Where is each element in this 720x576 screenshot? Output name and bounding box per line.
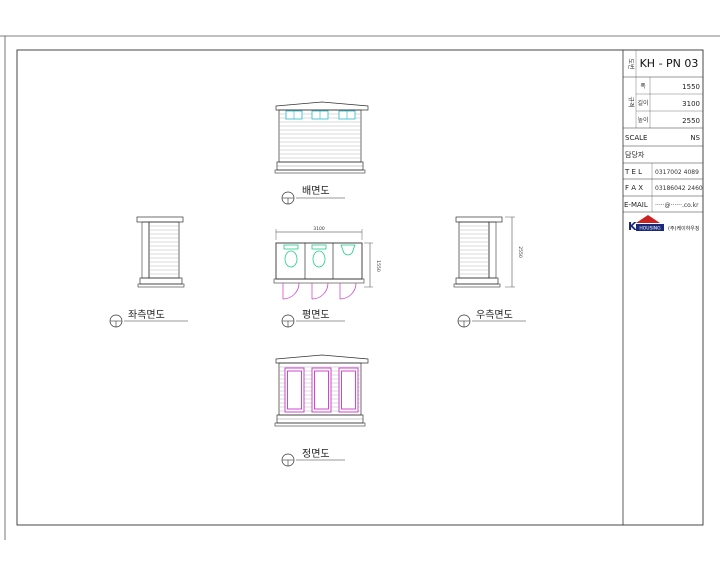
svg-text:K: K <box>628 220 637 233</box>
rear-view-title: 배면도 <box>302 185 330 197</box>
floor-plan: 3100 1550 <box>273 226 381 300</box>
svg-text:HOUSING: HOUSING <box>639 226 661 232</box>
spec-height-label: 높이 <box>637 116 648 124</box>
drawing-sheet: 도번 KH - PN 03 규격 폭 1550 길이 3100 높이 2550 … <box>0 35 720 540</box>
drawing-number: KH - PN 03 <box>640 57 699 70</box>
drawing-frame <box>16 49 704 526</box>
right-view-title: 우측면도 <box>476 309 513 321</box>
rear-window-3 <box>338 110 356 120</box>
spec-length-value: 3100 <box>682 100 700 108</box>
plan-depth-dimension: 1550 <box>375 260 381 272</box>
rear-window-2 <box>311 110 329 120</box>
company-name: (주)케이하우징 <box>668 225 700 232</box>
rear-view-label: 배면도 <box>281 185 345 205</box>
spec-width-value: 1550 <box>682 83 700 91</box>
toilet-2 <box>311 244 327 268</box>
left-side-elevation <box>136 216 185 288</box>
plan-view-label: 평면도 <box>281 309 345 328</box>
drawing-no-label: 도번 <box>627 58 635 69</box>
spec-height-value: 2550 <box>682 117 700 125</box>
fax-label: F A X <box>625 184 643 192</box>
right-view-label: 우측면도 <box>457 309 526 328</box>
urinal <box>340 244 356 256</box>
front-elevation <box>274 354 369 427</box>
front-view-label: 정면도 <box>281 448 345 467</box>
plan-doors <box>282 282 357 300</box>
fax-value: 03186042 2460 <box>655 185 703 192</box>
rear-window-1 <box>285 110 303 120</box>
plan-view-title: 평면도 <box>302 309 330 321</box>
plan-width-dimension: 3100 <box>313 226 325 232</box>
tel-label: T E L <box>624 168 642 176</box>
left-view-title: 좌측면도 <box>128 309 165 321</box>
email-label: E-MAIL <box>624 201 648 209</box>
rear-elevation <box>274 101 369 174</box>
manager-label: 담당자 <box>625 150 645 159</box>
title-block: 도번 KH - PN 03 규격 폭 1550 길이 3100 높이 2550 … <box>622 50 703 525</box>
right-height-dimension: 2550 <box>517 246 523 258</box>
spec-group-label: 규격 <box>627 96 634 107</box>
toilet-1 <box>283 244 299 268</box>
front-view-title: 정면도 <box>302 448 330 460</box>
scale-label: SCALE <box>625 134 647 142</box>
left-view-label: 좌측면도 <box>109 309 188 328</box>
tel-value: 0317002 4089 <box>655 169 699 176</box>
scale-value: NS <box>690 134 700 142</box>
spec-length-label: 길이 <box>637 99 648 107</box>
email-value: ·····@······.co.kr <box>655 202 699 209</box>
khousing-logo: K HOUSING (주)케이하우징 <box>628 215 700 233</box>
right-side-elevation: 2550 <box>453 216 523 288</box>
front-doors <box>284 367 359 413</box>
spec-width-label: 폭 <box>640 83 646 90</box>
